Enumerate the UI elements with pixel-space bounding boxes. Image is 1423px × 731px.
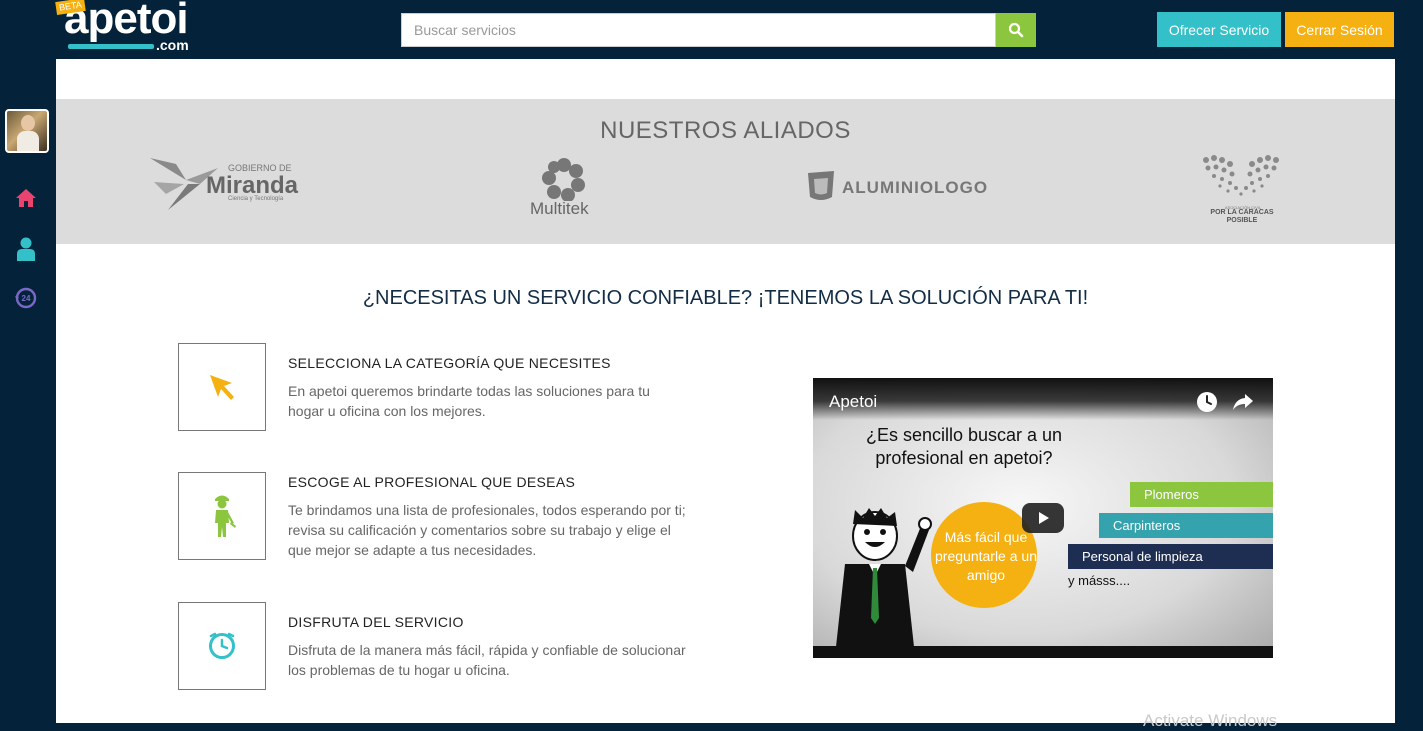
play-icon (1039, 512, 1049, 524)
partner-logo-multitek: Multitek (526, 157, 606, 222)
cursor-icon (210, 375, 234, 400)
avatar[interactable] (5, 109, 49, 153)
top-header: apetoi .com BETA Ofrecer Servicio Cerrar… (0, 0, 1423, 59)
watch-later-icon[interactable] (1195, 390, 1219, 414)
logo-com: .com (156, 37, 189, 53)
step-3-title: DISFRUTA DEL SERVICIO (288, 614, 464, 630)
offer-service-button[interactable]: Ofrecer Servicio (1157, 12, 1281, 47)
apetoi-logo[interactable]: apetoi .com BETA (55, 0, 201, 56)
search-bar (401, 13, 1036, 47)
clock-icon (209, 632, 235, 659)
aluminiologo-emblem-icon (808, 171, 834, 200)
sidebar-item-profile[interactable] (13, 236, 39, 262)
sidebar-item-home[interactable] (13, 185, 39, 211)
step-2-desc: Te brindamos una lista de profesionales,… (288, 502, 686, 558)
step-3-desc: Disfruta de la manera más fácil, rápida … (288, 642, 686, 678)
multitek-flower-icon (542, 158, 585, 201)
miranda-line3: Ciencia y Tecnología (228, 196, 284, 202)
main-content: NUESTROS ALIADOS GOBIERNO DE Miranda Cie… (56, 59, 1395, 723)
video-more-text: y másss.... (1068, 573, 1131, 588)
sidebar-item-support[interactable]: 24 (13, 285, 39, 311)
page-headline: ¿NECESITAS UN SERVICIO CONFIABLE? ¡TENEM… (362, 287, 1089, 309)
step-1-desc: En apetoi queremos brindarte todas las s… (288, 383, 650, 419)
video-channel-title[interactable]: Apetoi (829, 392, 877, 412)
step-3-icon-box (178, 602, 266, 690)
step-1-icon-box (178, 343, 266, 431)
video-question: ¿Es sencillo buscar a un profesional en … (865, 425, 1063, 468)
page-scrollbar[interactable] (1406, 59, 1423, 723)
caracas-dots-icon (1203, 155, 1279, 196)
step-1-title: SELECCIONA LA CATEGORÍA QUE NECESITES (288, 355, 611, 371)
tag-limpieza: Personal de limpieza (1068, 544, 1273, 569)
allies-section: NUESTROS ALIADOS GOBIERNO DE Miranda Cie… (56, 98, 1395, 244)
caracas-label: POR LA CARACAS POSIBLE (1202, 209, 1282, 225)
tag-plomeros: Plomeros (1130, 482, 1273, 507)
support-24-icon: 24 (15, 287, 37, 309)
tag-limpieza-label: Personal de limpieza (1082, 549, 1203, 564)
share-icon[interactable] (1231, 390, 1255, 414)
logo-underline (68, 44, 154, 49)
svg-text:24: 24 (22, 294, 31, 303)
multitek-label: Multitek (530, 199, 589, 218)
video-bottom-bar (813, 646, 1273, 658)
play-button[interactable] (1022, 503, 1064, 533)
partner-logo-caracas: ASOCIACIÓN CIVIL POR LA CARACAS POSIBLE (1196, 154, 1286, 224)
step-2-title: ESCOGE AL PROFESIONAL QUE DESEAS (288, 474, 576, 490)
aluminiologo-label: ALUMINIOLOGO (842, 178, 989, 197)
search-input[interactable] (401, 13, 996, 47)
tag-carpinteros-label: Carpinteros (1113, 518, 1181, 533)
search-button[interactable] (996, 13, 1036, 47)
logout-button[interactable]: Cerrar Sesión (1285, 12, 1394, 47)
worker-icon (215, 495, 236, 537)
caracas-line2: POSIBLE (1226, 217, 1258, 224)
avatar-body (17, 131, 39, 151)
allies-divider (258, 98, 1194, 99)
avatar-face (21, 115, 35, 131)
partner-logo-miranda: GOBIERNO DE Miranda Ciencia y Tecnología (148, 154, 303, 212)
caracas-line1: POR LA CARACAS (1210, 209, 1274, 216)
cartoon-character-icon (835, 508, 932, 656)
home-icon (16, 189, 36, 207)
activate-windows-watermark: Activate Windows (1143, 711, 1278, 730)
speech-bubble-text: Más fácil que preguntarle a un amigo (935, 529, 1037, 583)
youtube-video-player[interactable]: Apetoi ¿Es sencillo buscar a un profesio… (813, 378, 1273, 658)
user-icon (17, 237, 35, 261)
partner-logo-aluminiologo: ALUMINIOLOGO (806, 169, 1006, 205)
search-icon (1008, 22, 1024, 38)
tag-carpinteros: Carpinteros (1099, 513, 1273, 538)
allies-title: NUESTROS ALIADOS (600, 117, 851, 144)
step-2-icon-box (178, 472, 266, 560)
tag-plomeros-label: Plomeros (1144, 487, 1199, 502)
